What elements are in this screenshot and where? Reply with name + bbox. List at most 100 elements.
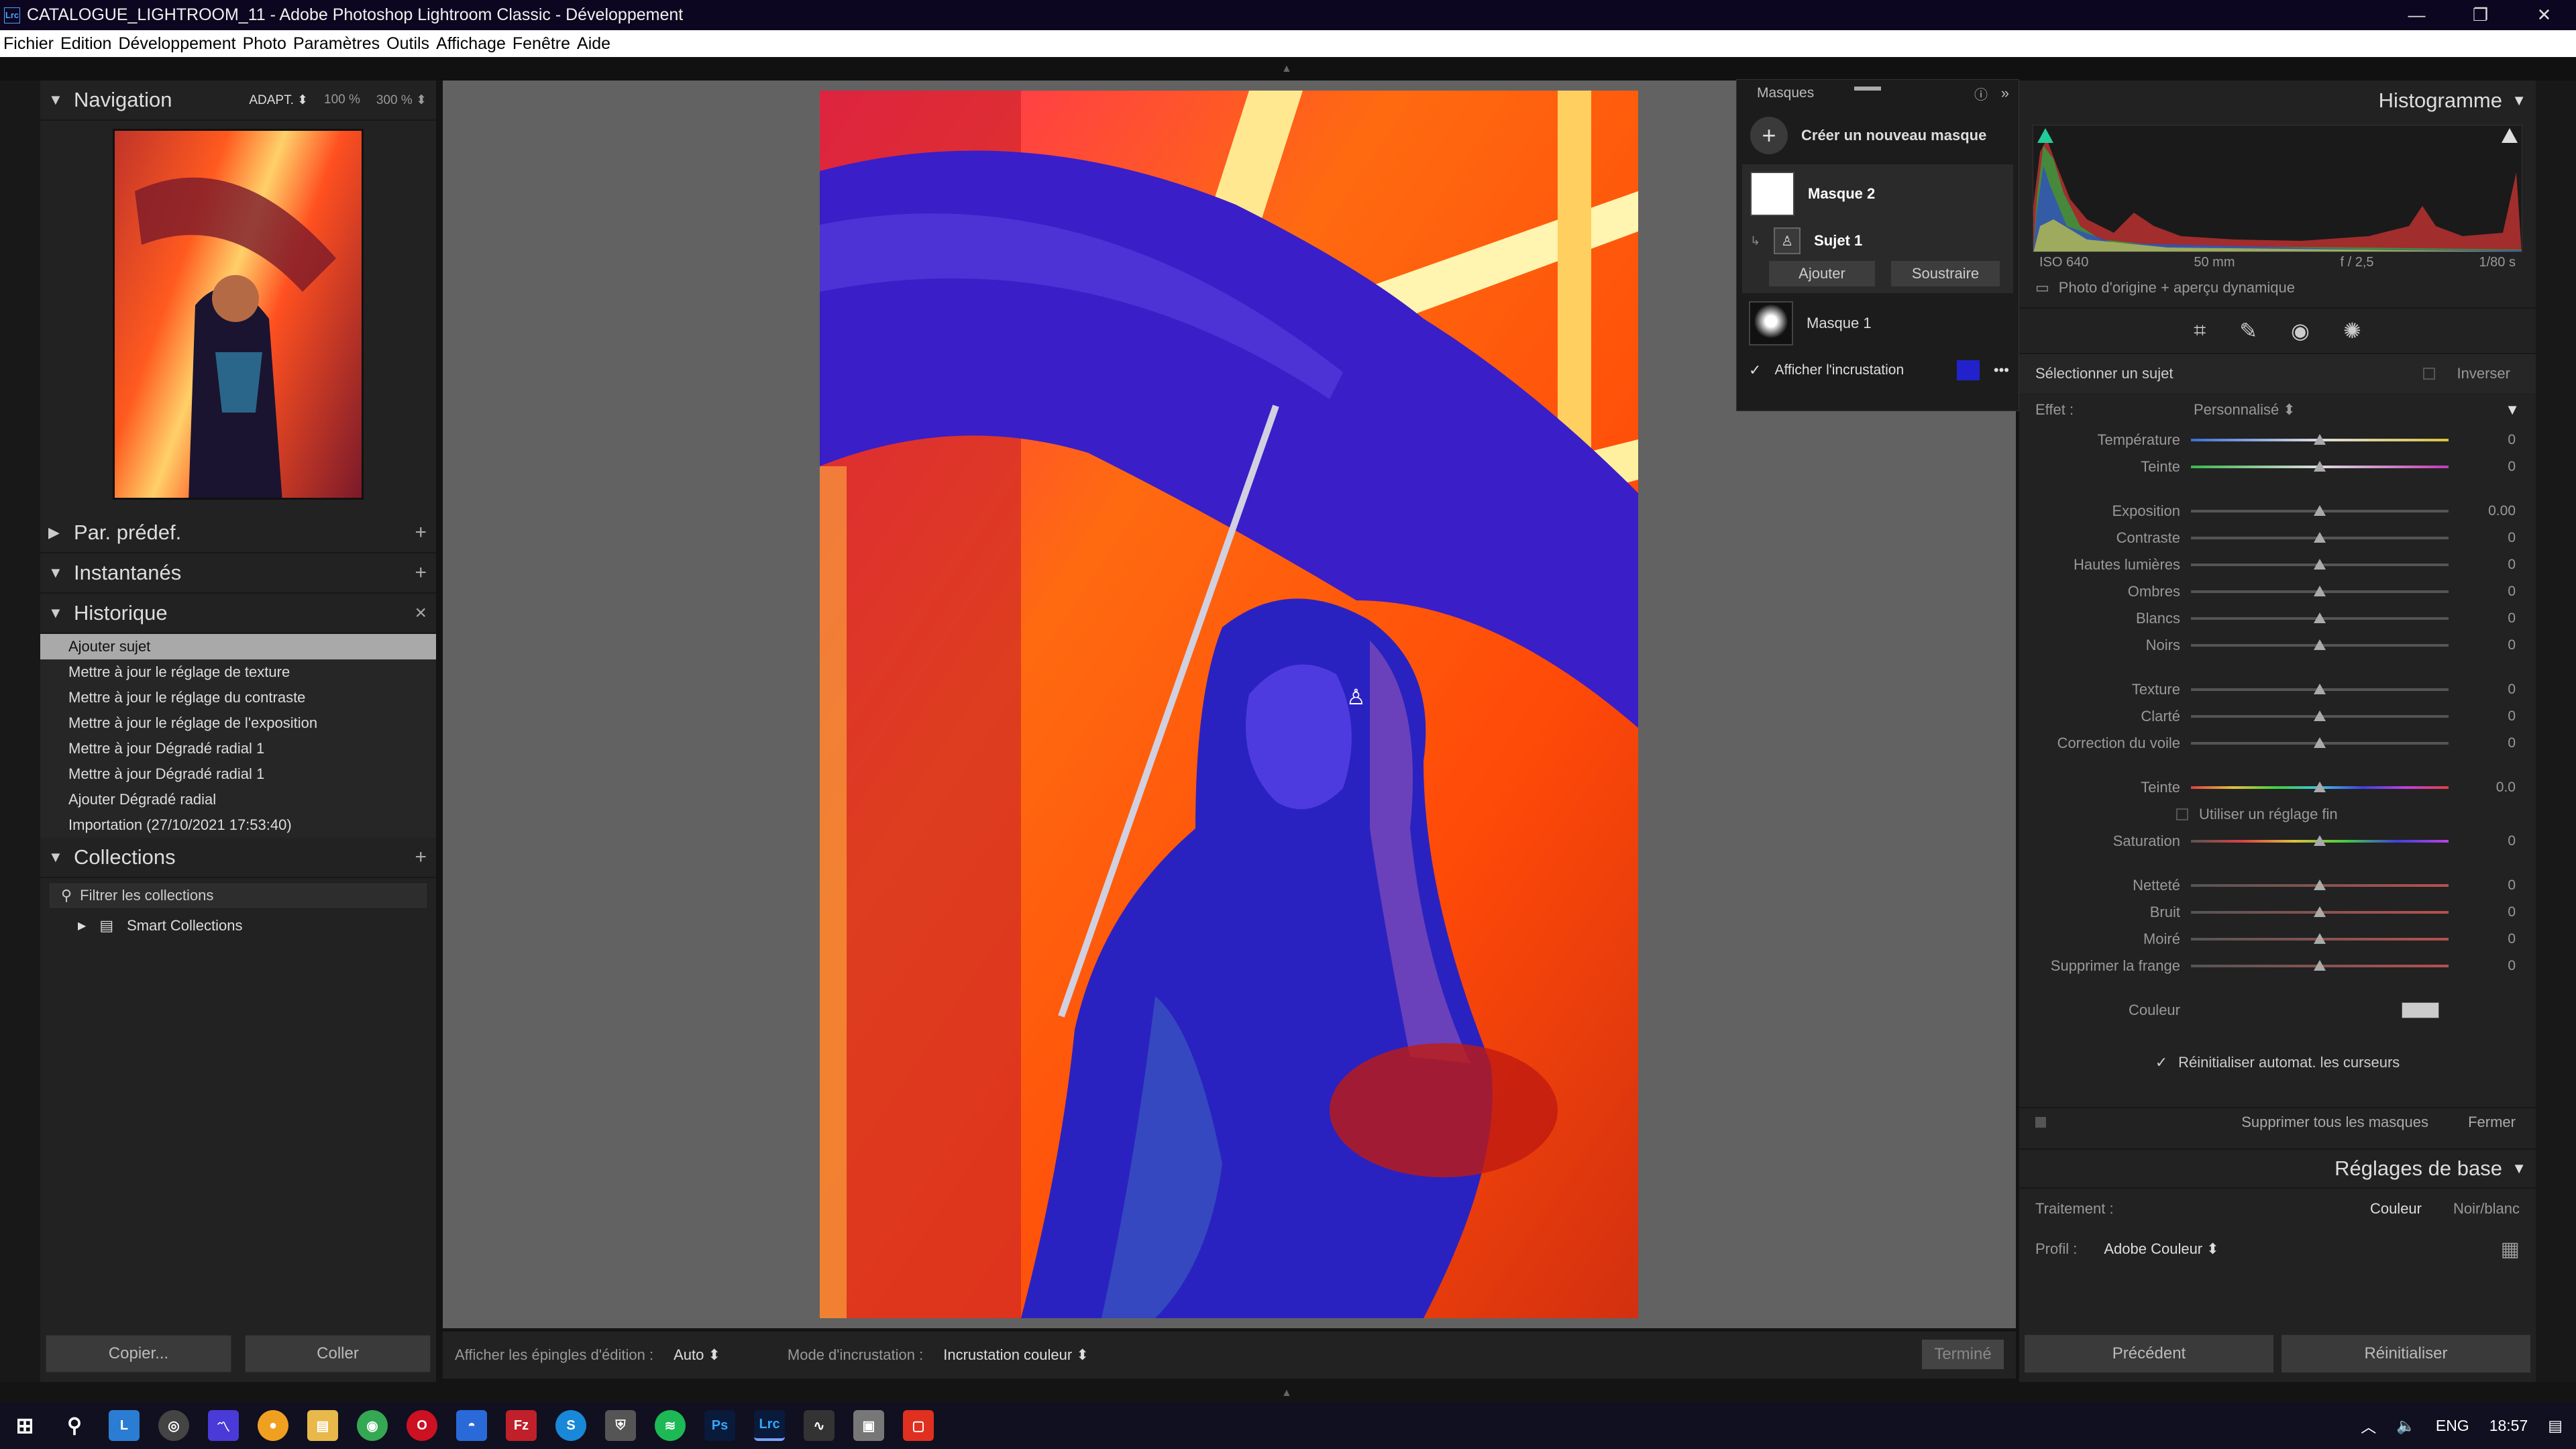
presets-header[interactable]: ▶ Par. prédef. + — [40, 513, 436, 553]
history-item[interactable]: Mettre à jour Dégradé radial 1 — [40, 736, 436, 761]
slider-value[interactable]: 0 — [2508, 877, 2516, 894]
clock[interactable]: 18:57 — [2489, 1417, 2528, 1435]
slider-handle-icon[interactable] — [2314, 532, 2326, 543]
close-button[interactable]: ✕ — [2512, 0, 2576, 30]
tray-chevron-icon[interactable]: ︿ — [2361, 1414, 2376, 1437]
file-explorer-icon[interactable]: ▤ — [307, 1410, 338, 1441]
slider-handle-icon[interactable] — [2314, 879, 2326, 890]
slider-handle-icon[interactable] — [2314, 933, 2326, 944]
slider-handle-icon[interactable] — [2314, 960, 2326, 971]
app-chart-icon[interactable]: 〽 — [208, 1410, 239, 1441]
paste-button[interactable]: Coller — [245, 1335, 431, 1373]
history-item[interactable]: Ajouter sujet — [40, 634, 436, 659]
photoshop-icon[interactable]: Ps — [704, 1410, 735, 1441]
slider-value[interactable]: 0 — [2508, 432, 2516, 448]
history-item[interactable]: Ajouter Dégradé radial — [40, 787, 436, 812]
collections-filter[interactable]: ⚲ Filtrer les collections — [50, 883, 427, 908]
crop-icon[interactable]: ⌗ — [2194, 318, 2206, 343]
notifications-icon[interactable]: ▤ — [2548, 1417, 2563, 1435]
zoom-100-option[interactable]: 100 % — [324, 93, 360, 108]
clear-history-icon[interactable]: × — [415, 602, 427, 625]
masks-header[interactable]: Masques ⓘ » — [1737, 80, 2019, 107]
restore-button[interactable]: ❐ — [2449, 0, 2512, 30]
slider-handle-icon[interactable] — [2314, 586, 2326, 596]
toggle-switch-icon[interactable] — [2035, 1117, 2046, 1128]
menu-edition[interactable]: Edition — [60, 34, 111, 54]
add-to-mask-button[interactable]: Ajouter — [1769, 261, 1875, 286]
slider-handle-icon[interactable] — [2314, 461, 2326, 472]
app-steam-icon[interactable]: ◎ — [158, 1410, 189, 1441]
highlight-clipping-icon[interactable] — [2502, 128, 2518, 143]
histogram-header[interactable]: Histogramme ▼ — [2019, 80, 2536, 121]
close-masks-button[interactable]: Fermer — [2468, 1114, 2516, 1131]
profile-browser-icon[interactable]: ▦ — [2501, 1238, 2520, 1261]
history-item[interactable]: Mettre à jour le réglage de l'exposition — [40, 710, 436, 736]
volume-icon[interactable]: 🔈 — [2396, 1417, 2416, 1435]
copy-button[interactable]: Copier... — [46, 1335, 231, 1373]
slider-value[interactable]: 0 — [2508, 610, 2516, 627]
search-icon[interactable]: ⚲ — [59, 1410, 90, 1441]
slider-value[interactable]: 0 — [2508, 735, 2516, 751]
menu-photo[interactable]: Photo — [243, 34, 286, 54]
slider-value[interactable]: 0 — [2508, 584, 2516, 600]
menu-outils[interactable]: Outils — [386, 34, 429, 54]
create-mask-row[interactable]: + Créer un nouveau masque — [1737, 107, 2019, 164]
zoom-fit-option[interactable]: ADAPT. ⬍ — [249, 93, 308, 108]
slider-handle-icon[interactable] — [2314, 559, 2326, 570]
slider-value[interactable]: 0 — [2508, 530, 2516, 546]
history-item[interactable]: Mettre à jour le réglage du contraste — [40, 685, 436, 710]
main-photo[interactable]: ♙ — [820, 91, 1638, 1318]
drag-handle-icon[interactable] — [1854, 87, 1881, 91]
spotify-icon[interactable]: ≋ — [655, 1410, 686, 1441]
slider-handle-icon[interactable] — [2314, 612, 2326, 623]
effect-dropdown[interactable]: Personnalisé ⬍ — [2194, 401, 2296, 419]
histogram-graph[interactable] — [2033, 125, 2522, 252]
navigator-thumbnail[interactable] — [113, 129, 364, 500]
navigation-header[interactable]: ▼ Navigation ADAPT. ⬍ 100 % 300 % ⬍ — [40, 80, 436, 121]
delete-all-masks-button[interactable]: Supprimer tous les masques — [2241, 1114, 2428, 1131]
menu-parametres[interactable]: Paramètres — [293, 34, 380, 54]
edit-pins-dropdown[interactable]: Auto ⬍ — [674, 1346, 720, 1364]
snapshots-header[interactable]: ▼ Instantanés + — [40, 553, 436, 594]
basic-header[interactable]: Réglages de base ▼ — [2019, 1148, 2536, 1189]
done-button[interactable]: Terminé — [1922, 1340, 2004, 1369]
checkbox-checked-icon[interactable]: ✓ — [2155, 1054, 2167, 1071]
shadow-clipping-icon[interactable] — [2037, 128, 2053, 143]
menu-fenetre[interactable]: Fenêtre — [513, 34, 570, 54]
menu-fichier[interactable]: Fichier — [3, 34, 54, 54]
heal-icon[interactable]: ✎ — [2239, 318, 2257, 343]
masking-icon[interactable]: ✺ — [2343, 318, 2361, 343]
slider-value[interactable]: 0 — [2508, 682, 2516, 698]
app-chat-icon[interactable]: ● — [258, 1410, 288, 1441]
app-stack-icon[interactable]: ▣ — [853, 1410, 884, 1441]
slider-handle-icon[interactable] — [2314, 505, 2326, 516]
slider-value[interactable]: 0 — [2508, 904, 2516, 920]
slider-handle-icon[interactable] — [2314, 434, 2326, 445]
add-preset-icon[interactable]: + — [415, 521, 427, 544]
add-snapshot-icon[interactable]: + — [415, 561, 427, 584]
app-bubble-icon[interactable]: ◓ — [456, 1410, 487, 1441]
smart-collections-item[interactable]: ▶ ▤ Smart Collections — [40, 913, 436, 938]
menu-developpement[interactable]: Développement — [118, 34, 235, 54]
app-shield-icon[interactable]: ⛨ — [605, 1410, 636, 1441]
previous-button[interactable]: Précédent — [2025, 1335, 2273, 1373]
app-launcher-icon[interactable]: L — [109, 1410, 140, 1441]
collapsed-triangle-icon[interactable]: ▶ — [78, 919, 86, 932]
slider-handle-icon[interactable] — [2314, 782, 2326, 792]
history-item[interactable]: Mettre à jour le réglage de texture — [40, 659, 436, 685]
invert-checkbox[interactable] — [2423, 368, 2435, 380]
history-item[interactable]: Mettre à jour Dégradé radial 1 — [40, 761, 436, 787]
menu-affichage[interactable]: Affichage — [436, 34, 506, 54]
language-indicator[interactable]: ENG — [2436, 1417, 2469, 1435]
slider-handle-icon[interactable] — [2314, 906, 2326, 917]
zoom-300-option[interactable]: 300 % ⬍ — [376, 93, 427, 108]
opera-icon[interactable]: O — [407, 1410, 437, 1441]
mask2-row[interactable]: Masque 2 — [1742, 164, 2013, 223]
chrome-icon[interactable]: ◉ — [357, 1410, 388, 1441]
reset-button[interactable]: Réinitialiser — [2282, 1335, 2530, 1373]
lightroom-classic-icon[interactable]: Lrc — [754, 1410, 785, 1441]
more-options-icon[interactable]: ••• — [1994, 362, 2009, 379]
slider-handle-icon[interactable] — [2314, 835, 2326, 846]
slider-handle-icon[interactable] — [2314, 684, 2326, 694]
windows-start-icon[interactable]: ⊞ — [9, 1410, 40, 1441]
